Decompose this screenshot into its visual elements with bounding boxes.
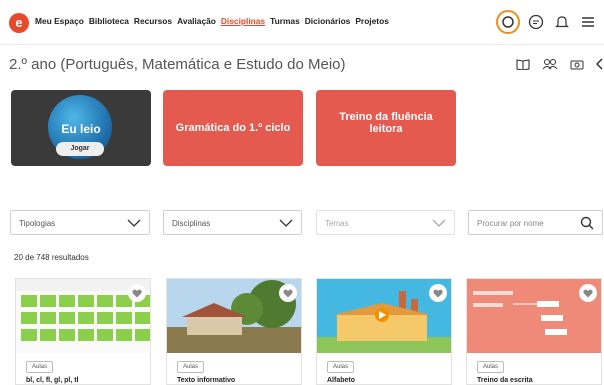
disciplinas-dropdown[interactable]: Disciplinas bbox=[163, 210, 302, 235]
nav-meu-espaco[interactable]: Meu Espaço bbox=[35, 16, 84, 26]
card-treino-title: Treino da fluência leitora bbox=[339, 111, 433, 135]
nav-avaliacao[interactable]: Avaliação bbox=[177, 16, 216, 26]
tile-title: Alfabeto bbox=[327, 377, 355, 384]
menu-icon[interactable] bbox=[578, 12, 598, 32]
card-eu-leio-title: Eu leio bbox=[61, 122, 101, 136]
camera-icon[interactable] bbox=[570, 57, 584, 75]
tile-tag: Aulas bbox=[177, 361, 205, 373]
favorite-heart-icon[interactable] bbox=[279, 284, 297, 302]
search-field[interactable]: Procurar por nome bbox=[468, 210, 603, 235]
resource-tile[interactable]: Aulas Alfabeto bbox=[316, 278, 452, 385]
resource-tile[interactable]: Aulas Texto informativo bbox=[166, 278, 302, 385]
app-logo[interactable]: e bbox=[9, 13, 29, 33]
disciplinas-label: Disciplinas bbox=[172, 219, 211, 228]
nav-recursos[interactable]: Recursos bbox=[134, 16, 172, 26]
main-nav: Meu Espaço Biblioteca Recursos Avaliação… bbox=[35, 16, 389, 26]
card-gramatica[interactable]: Gramática do 1.º ciclo bbox=[163, 90, 303, 166]
tile-tag: Aulas bbox=[477, 361, 505, 373]
temas-label: Temas bbox=[325, 219, 349, 228]
tile-title: Treino da escrita bbox=[477, 377, 533, 384]
temas-dropdown[interactable]: Temas bbox=[316, 210, 455, 235]
chat-icon[interactable] bbox=[526, 12, 546, 32]
search-placeholder: Procurar por nome bbox=[477, 219, 544, 228]
search-icon[interactable] bbox=[580, 216, 594, 230]
favorite-heart-icon[interactable] bbox=[429, 284, 447, 302]
card-treino-fluencia[interactable]: Treino da fluência leitora bbox=[316, 90, 456, 166]
chevron-down-icon bbox=[432, 219, 446, 227]
students-icon[interactable] bbox=[542, 57, 558, 75]
tile-tag: Aulas bbox=[327, 361, 355, 373]
tipologias-dropdown[interactable]: Tipologias bbox=[10, 210, 150, 235]
resource-tile[interactable]: Aulas Treino da escrita bbox=[466, 278, 602, 385]
bell-icon[interactable] bbox=[552, 12, 572, 32]
tile-title: Texto informativo bbox=[177, 377, 236, 384]
nav-dicionarios[interactable]: Dicionários bbox=[305, 16, 351, 26]
nav-biblioteca[interactable]: Biblioteca bbox=[89, 16, 129, 26]
nav-turmas[interactable]: Turmas bbox=[270, 16, 300, 26]
page-title: 2.º ano (Português, Matemática e Estudo … bbox=[9, 56, 346, 73]
chevron-down-icon bbox=[127, 219, 141, 227]
play-button[interactable]: Jogar bbox=[56, 142, 104, 156]
tile-tag: Aulas bbox=[26, 361, 54, 373]
favorite-heart-icon[interactable] bbox=[128, 284, 146, 302]
nav-projetos[interactable]: Projetos bbox=[355, 16, 389, 26]
top-bar: e Meu Espaço Biblioteca Recursos Avaliaç… bbox=[0, 0, 604, 45]
back-icon[interactable] bbox=[595, 57, 604, 75]
results-count: 20 de 748 resultados bbox=[14, 253, 89, 262]
book-icon[interactable] bbox=[516, 57, 530, 75]
favorite-heart-icon[interactable] bbox=[579, 284, 597, 302]
chevron-down-icon bbox=[279, 219, 293, 227]
tipologias-label: Tipologias bbox=[19, 219, 56, 228]
search-icon[interactable] bbox=[496, 10, 520, 34]
resource-tile[interactable]: Aulas bl, cl, fl, gl, pl, tl bbox=[15, 278, 151, 385]
tile-title: bl, cl, fl, gl, pl, tl bbox=[26, 377, 79, 384]
card-eu-leio[interactable]: Eu leio Jogar bbox=[11, 90, 151, 166]
card-gramatica-title: Gramática do 1.º ciclo bbox=[175, 122, 291, 134]
nav-disciplinas[interactable]: Disciplinas bbox=[221, 16, 265, 26]
